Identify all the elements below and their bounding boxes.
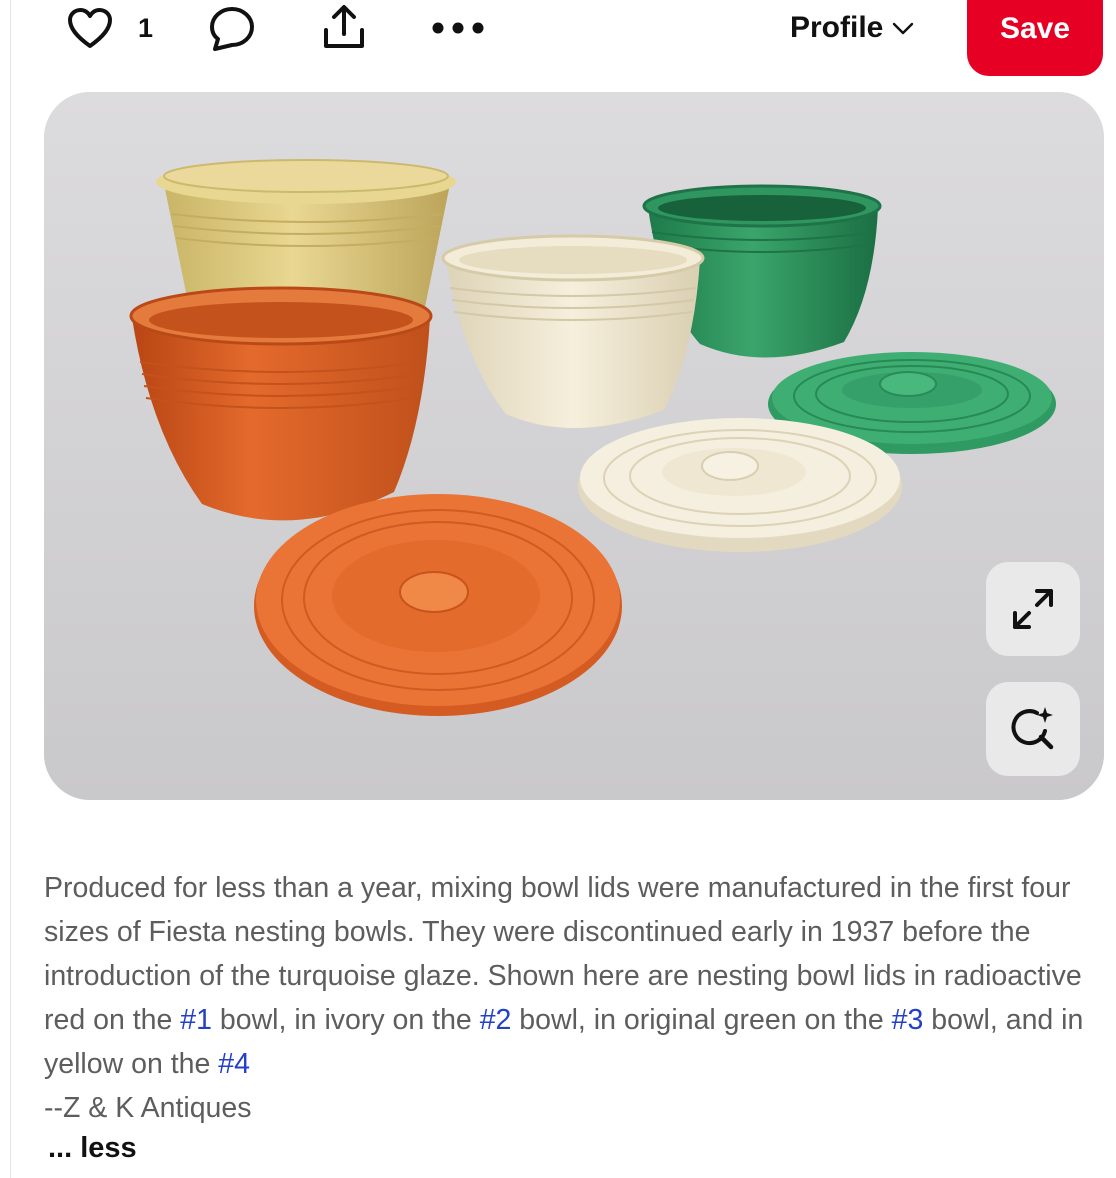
pin-description: Produced for less than a year, mixing bo… xyxy=(44,866,1084,1130)
like-count: 1 xyxy=(138,13,154,43)
comment-button[interactable] xyxy=(204,4,260,52)
heart-outline-icon xyxy=(68,8,112,48)
fiesta-bowls-photo xyxy=(44,92,1104,800)
share-button[interactable] xyxy=(316,2,372,52)
share-upload-icon xyxy=(324,5,364,48)
more-options-button[interactable] xyxy=(426,10,490,46)
divider xyxy=(10,0,11,1178)
expand-button[interactable] xyxy=(986,562,1080,656)
pin-detail-view: 1 Profile Save Produced for less than a … xyxy=(0,0,1116,1178)
pin-toolbar: 1 Profile Save xyxy=(0,0,1116,80)
profile-dropdown[interactable]: Profile xyxy=(790,6,915,50)
like-button[interactable] xyxy=(64,6,116,50)
visual-search-button[interactable] xyxy=(986,682,1080,776)
chevron-down-icon xyxy=(893,22,914,35)
profile-label: Profile xyxy=(790,11,884,44)
save-button[interactable]: Save xyxy=(967,0,1103,76)
description-credit: --Z & K Antiques xyxy=(44,1092,252,1124)
lens-sparkle-icon xyxy=(1011,707,1054,750)
hashtag-link[interactable]: #1 xyxy=(180,1004,212,1036)
hashtag-link[interactable]: #3 xyxy=(892,1004,924,1036)
speech-bubble-icon xyxy=(210,7,254,51)
pin-image[interactable] xyxy=(44,92,1104,800)
description-text: bowl, in ivory on the xyxy=(211,1004,480,1036)
hashtag-link[interactable]: #2 xyxy=(480,1004,512,1036)
expand-arrows-icon xyxy=(1013,589,1053,629)
more-dots-icon xyxy=(432,22,484,34)
hashtag-link[interactable]: #4 xyxy=(218,1048,250,1080)
show-less-link[interactable]: ... less xyxy=(48,1132,137,1165)
description-text: bowl, in original green on the xyxy=(511,1004,892,1036)
